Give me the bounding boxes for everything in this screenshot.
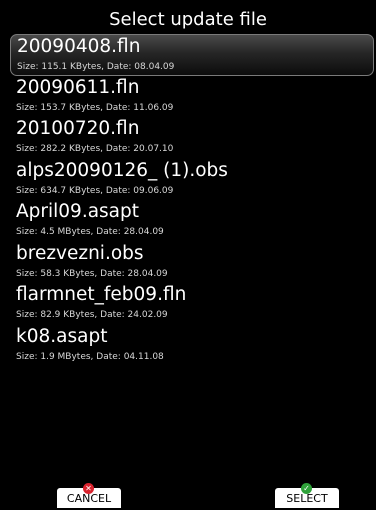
- file-item[interactable]: brezvezni.obs Size: 58.3 KBytes, Date: 2…: [0, 242, 376, 284]
- file-item[interactable]: flarmnet_feb09.fln Size: 82.9 KBytes, Da…: [0, 283, 376, 325]
- file-name: flarmnet_feb09.fln: [16, 284, 187, 305]
- file-name: k08.asapt: [16, 325, 108, 347]
- check-icon: ✓: [301, 483, 312, 494]
- file-list: 20090408.fln Size: 115.1 KBytes, Date: 0…: [0, 34, 376, 366]
- x-icon: ✕: [83, 483, 94, 494]
- file-item[interactable]: alps20090126_ (1).obs Size: 634.7 KBytes…: [0, 159, 376, 201]
- file-item[interactable]: 20100720.fln Size: 282.2 KBytes, Date: 2…: [0, 117, 376, 159]
- file-info: Size: 58.3 KBytes, Date: 28.04.09: [16, 268, 168, 279]
- file-name: alps20090126_ (1).obs: [16, 159, 228, 181]
- file-info: Size: 115.1 KBytes, Date: 08.04.09: [17, 62, 175, 72]
- file-item[interactable]: April09.asapt Size: 4.5 MBytes, Date: 28…: [0, 200, 376, 242]
- file-name: 20100720.fln: [16, 118, 140, 139]
- select-button[interactable]: ✓ SELECT: [275, 483, 339, 508]
- file-item[interactable]: 20090611.fln Size: 153.7 KBytes, Date: 1…: [0, 76, 376, 118]
- file-item[interactable]: k08.asapt Size: 1.9 MBytes, Date: 04.11.…: [0, 325, 376, 367]
- cancel-button[interactable]: ✕ CANCEL: [57, 483, 121, 508]
- file-info: Size: 1.9 MBytes, Date: 04.11.08: [16, 351, 164, 362]
- file-info: Size: 634.7 KBytes, Date: 09.06.09: [16, 185, 174, 196]
- file-info: Size: 153.7 KBytes, Date: 11.06.09: [16, 102, 174, 113]
- file-item[interactable]: 20090408.fln Size: 115.1 KBytes, Date: 0…: [10, 34, 374, 76]
- file-name: April09.asapt: [16, 201, 140, 222]
- file-name: 20090408.fln: [17, 36, 141, 57]
- file-name: 20090611.fln: [16, 76, 140, 98]
- file-name: brezvezni.obs: [16, 242, 144, 264]
- file-info: Size: 82.9 KBytes, Date: 24.02.09: [16, 310, 168, 320]
- page-title: Select update file: [109, 9, 267, 30]
- file-info: Size: 282.2 KBytes, Date: 20.07.10: [16, 144, 174, 154]
- file-info: Size: 4.5 MBytes, Date: 28.04.09: [16, 227, 164, 237]
